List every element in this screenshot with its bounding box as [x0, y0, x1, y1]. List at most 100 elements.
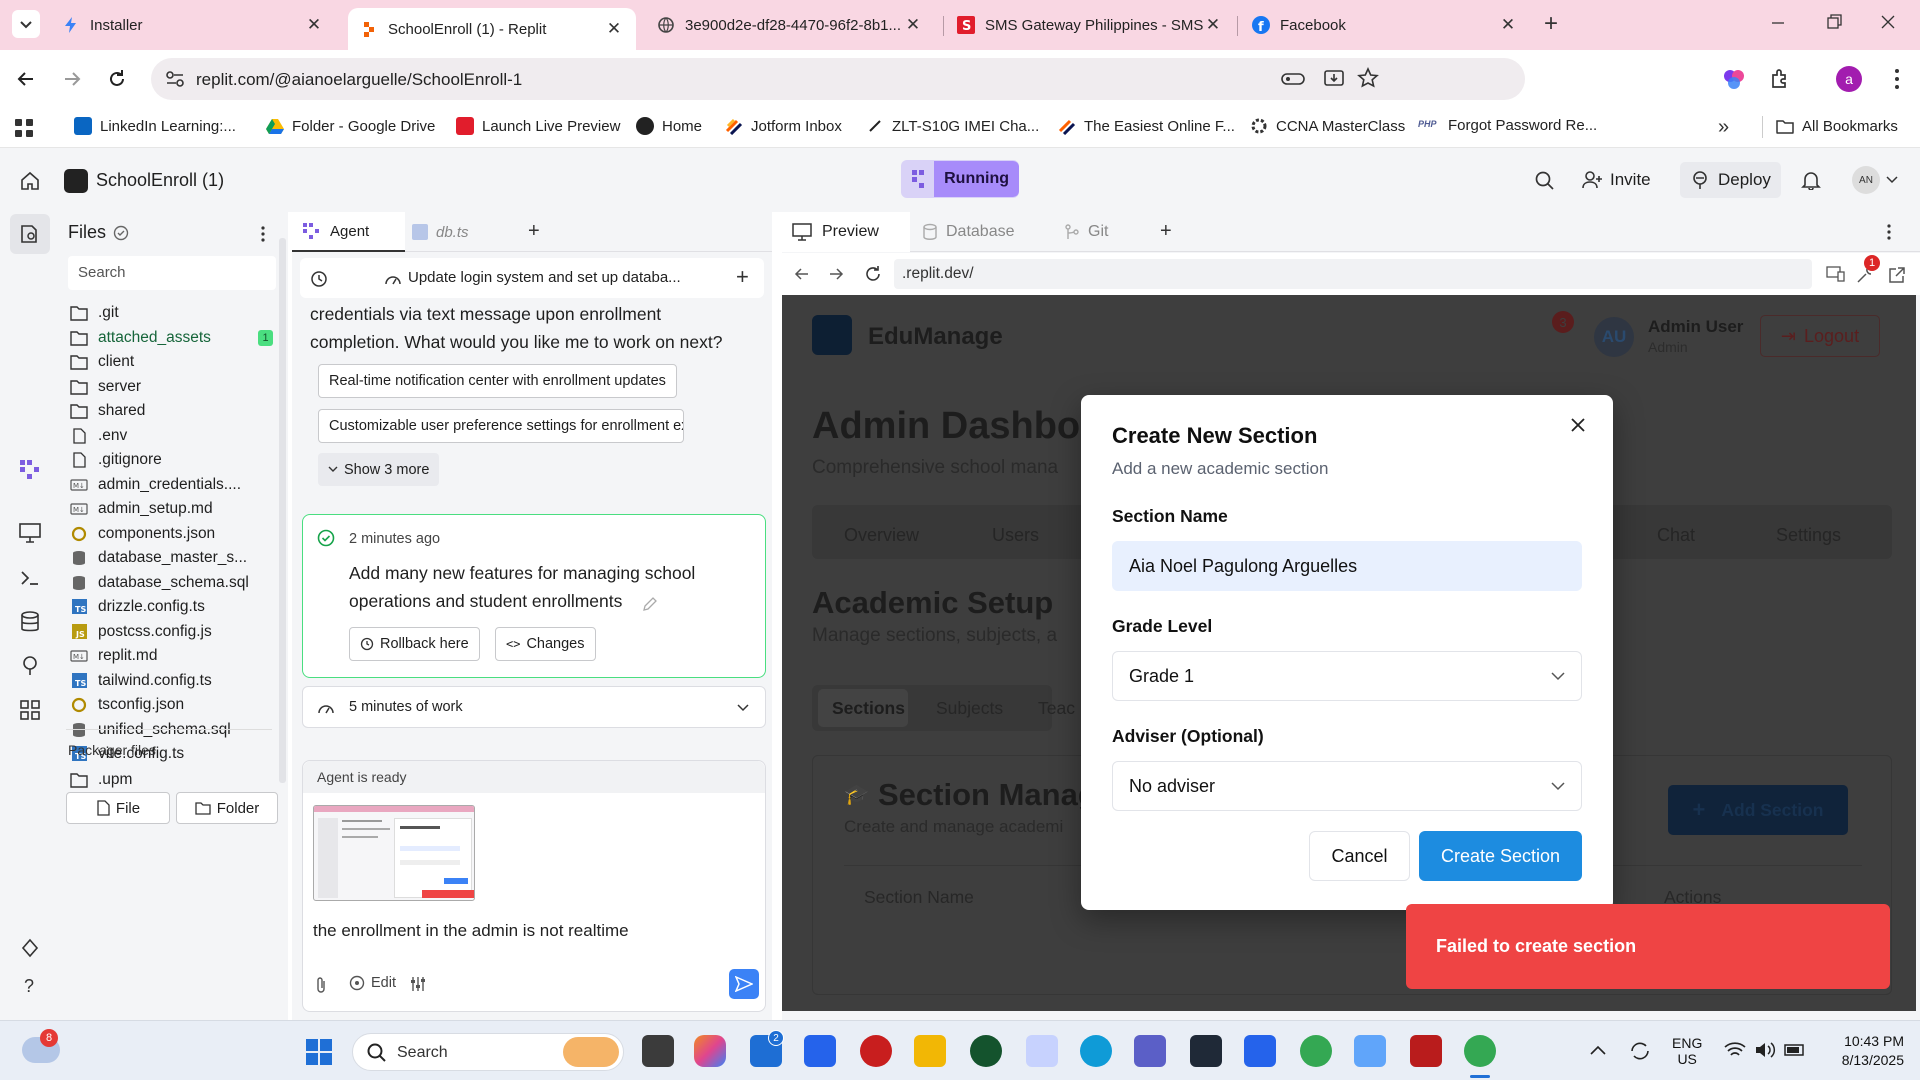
password-key-icon[interactable] [1281, 69, 1305, 89]
close-icon[interactable]: ✕ [1203, 15, 1223, 35]
send-button[interactable] [729, 969, 759, 999]
site-settings-icon[interactable] [165, 70, 185, 88]
edge-icon[interactable] [1080, 1035, 1112, 1067]
file-item[interactable]: attached_assets 1 [70, 325, 273, 351]
suggestion-chip[interactable]: Real-time notification center with enrol… [318, 364, 677, 398]
bookmark-ccna[interactable]: CCNA MasterClass [1250, 117, 1405, 135]
nav-settings[interactable]: Settings [1776, 525, 1841, 546]
terminal-icon[interactable] [1190, 1035, 1222, 1067]
clock[interactable]: 10:43 PM 8/13/2025 [1824, 1033, 1904, 1068]
bookmark-easiest-online[interactable]: The Easiest Online F... [1058, 117, 1235, 135]
sync-icon[interactable] [1628, 1039, 1652, 1063]
adviser-select[interactable]: No adviser [1112, 761, 1582, 811]
user-avatar[interactable]: AN [1852, 166, 1880, 194]
reload-icon[interactable] [864, 265, 882, 283]
nav-overview[interactable]: Overview [844, 525, 919, 546]
omnibox[interactable]: replit.com/@aianoelarguelle/SchoolEnroll… [151, 58, 1525, 100]
nav-chat[interactable]: Chat [1657, 525, 1695, 546]
home-icon[interactable] [20, 171, 40, 191]
preview-url-input[interactable]: .replit.dev/ [894, 259, 1812, 289]
bookmark-jotform[interactable]: Jotform Inbox [725, 117, 842, 135]
wifi-icon[interactable] [1724, 1041, 1746, 1059]
back-icon[interactable] [794, 266, 810, 282]
more-bookmarks-icon[interactable]: » [1718, 116, 1729, 139]
kebab-icon[interactable] [260, 226, 266, 244]
new-thread-button[interactable]: + [736, 264, 749, 290]
add-section-button[interactable]: + Add Section [1668, 785, 1848, 835]
file-item[interactable]: M↓ replit.md [70, 643, 157, 669]
deploy-icon[interactable] [20, 655, 40, 677]
thread-title[interactable]: Update login system and set up databa... [408, 269, 681, 286]
paperclip-icon[interactable] [313, 975, 329, 995]
forward-icon[interactable] [828, 266, 844, 282]
extension-colorful-icon[interactable] [1722, 68, 1746, 92]
close-icon[interactable] [1570, 417, 1586, 433]
logout-button[interactable]: ⇥ Logout [1760, 315, 1880, 357]
tab-facebook[interactable]: f Facebook ✕ [1240, 8, 1530, 42]
tab-agent[interactable]: Agent [292, 212, 405, 252]
restore-button[interactable] [1824, 12, 1844, 32]
all-bookmarks[interactable]: All Bookmarks [1776, 117, 1898, 135]
close-icon[interactable]: ✕ [304, 15, 324, 35]
vs-code-icon[interactable] [804, 1035, 836, 1067]
reload-icon[interactable] [106, 68, 128, 90]
deploy-button[interactable]: Deploy [1680, 162, 1781, 198]
agent-icon[interactable] [19, 459, 41, 481]
tab-search-button[interactable] [12, 10, 40, 38]
window-close-button[interactable] [1878, 12, 1898, 32]
history-icon[interactable] [310, 270, 328, 288]
close-icon[interactable]: ✕ [903, 15, 923, 35]
tab-replit[interactable]: SchoolEnroll (1) - Replit ✕ [348, 8, 636, 50]
nav-users[interactable]: Users [992, 525, 1039, 546]
tab-git[interactable]: Git [1064, 212, 1144, 252]
bookmark-zlt-imei[interactable]: ZLT-S10G IMEI Cha... [866, 117, 1039, 135]
menu-kebab-icon[interactable] [1893, 68, 1901, 90]
suggestion-chip[interactable]: Customizable user preference settings fo… [318, 409, 684, 443]
section-name-input[interactable]: Aia Noel Pagulong Arguelles [1112, 541, 1582, 591]
database-icon[interactable] [20, 611, 40, 633]
winrar-icon[interactable] [1410, 1035, 1442, 1067]
task-view-icon[interactable] [642, 1035, 674, 1067]
files-tool-button[interactable] [10, 214, 50, 254]
changes-button[interactable]: <> Changes [495, 627, 596, 661]
file-item[interactable]: client [70, 349, 134, 375]
star-icon[interactable] [1357, 67, 1379, 89]
subtab-sections[interactable]: Sections [832, 698, 905, 719]
kebab-icon[interactable] [1886, 224, 1892, 242]
search-icon[interactable] [1535, 171, 1555, 191]
add-tab-button[interactable]: + [1160, 220, 1172, 243]
file-item-upm[interactable]: .upm [70, 767, 132, 793]
tab-database[interactable]: Database [922, 212, 1050, 252]
tab-uuid[interactable]: 3e900d2e-df28-4470-96f2-8b1... ✕ [645, 8, 935, 42]
file-item[interactable]: TS drizzle.config.ts [70, 594, 205, 620]
language-indicator[interactable]: ENG US [1672, 1035, 1702, 1067]
invite-button[interactable]: Invite [1572, 162, 1661, 198]
forward-icon[interactable] [61, 68, 83, 90]
help-icon[interactable]: ? [24, 976, 34, 997]
agent-input[interactable]: the enrollment in the admin is not realt… [313, 921, 629, 941]
new-file-button[interactable]: File [66, 792, 170, 824]
copilot-icon[interactable] [694, 1035, 726, 1067]
extensions-puzzle-icon[interactable] [1769, 67, 1793, 91]
shell-icon[interactable] [20, 569, 40, 587]
file-item[interactable]: components.json [70, 521, 215, 547]
windows-start-icon[interactable] [306, 1039, 332, 1065]
new-folder-button[interactable]: Folder [176, 792, 278, 824]
close-icon[interactable]: ✕ [604, 19, 624, 39]
file-item[interactable]: M↓ admin_credentials.... [70, 472, 241, 498]
devices-icon[interactable] [1826, 266, 1846, 282]
edit-pencil-icon[interactable] [641, 595, 659, 613]
file-item[interactable]: .git [70, 300, 119, 326]
files-scrollbar[interactable] [279, 238, 286, 783]
file-item[interactable]: database_master_s... [70, 545, 247, 571]
paint-icon[interactable] [1026, 1035, 1058, 1067]
chevron-up-icon[interactable] [1590, 1045, 1606, 1055]
bookmark-forgot-password[interactable]: PHP Forgot Password Re... [1418, 117, 1597, 134]
tab-installer[interactable]: Installer ✕ [50, 8, 336, 42]
file-item[interactable]: JS postcss.config.js [70, 619, 212, 645]
file-item[interactable]: M↓ admin_setup.md [70, 496, 213, 522]
all-tools-icon[interactable] [20, 700, 40, 720]
file-item[interactable]: server [70, 374, 141, 400]
tab-sms-gateway[interactable]: S SMS Gateway Philippines - SMS... ✕ [945, 8, 1235, 42]
bell-icon[interactable] [1801, 170, 1821, 190]
